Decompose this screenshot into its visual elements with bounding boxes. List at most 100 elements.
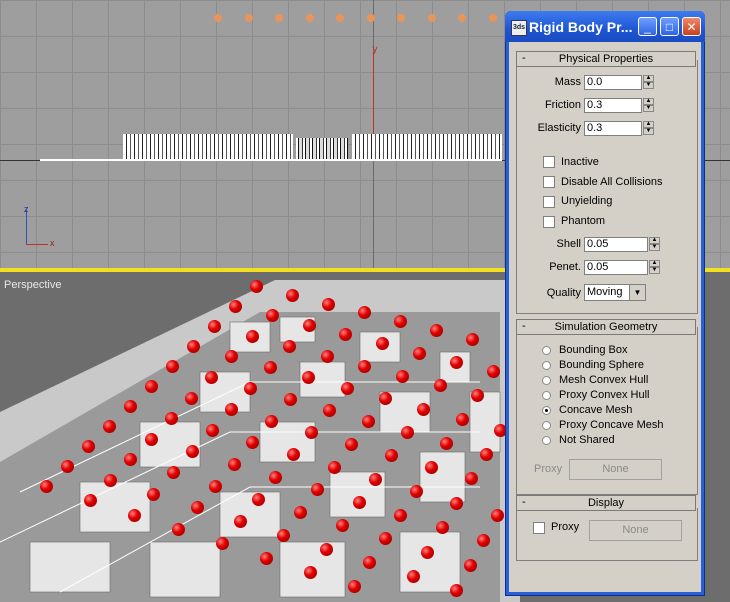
red-ball: [304, 565, 317, 579]
option-not-shared[interactable]: Not Shared: [559, 434, 615, 446]
radio-bounding-box[interactable]: [542, 346, 551, 355]
red-ball: [358, 359, 372, 373]
red-ball: [172, 522, 185, 536]
red-ball: [294, 506, 307, 519]
phantom-label[interactable]: Phantom: [561, 215, 605, 227]
spinner-arrows[interactable]: ▲ ▼: [643, 75, 654, 90]
orange-ball: [336, 14, 344, 22]
red-ball: [340, 381, 354, 395]
title-bar[interactable]: 3ds Rigid Body Pr... _ □ ✕: [505, 11, 705, 42]
red-ball: [348, 580, 361, 594]
red-ball: [103, 420, 116, 433]
red-ball: [491, 508, 505, 522]
option-concave-mesh[interactable]: Concave Mesh: [559, 404, 632, 416]
red-ball: [277, 528, 290, 542]
geometry-proxy-label: Proxy: [534, 463, 563, 475]
axis-gizmo: z x: [24, 204, 64, 248]
display-header[interactable]: - Display: [516, 495, 696, 511]
minimize-button[interactable]: _: [638, 17, 657, 36]
red-ball: [394, 508, 408, 522]
close-button[interactable]: ✕: [682, 17, 701, 36]
mass-field[interactable]: 0.0: [584, 75, 642, 90]
disable-collisions-checkbox[interactable]: [543, 176, 555, 188]
red-ball: [320, 542, 334, 556]
red-ball: [322, 404, 336, 417]
penetration-spinner[interactable]: 0.05 ▲ ▼: [584, 260, 660, 275]
quality-label: Quality: [546, 287, 581, 299]
red-ball: [185, 391, 198, 405]
red-ball: [283, 339, 297, 353]
spinner-arrows[interactable]: ▲ ▼: [649, 260, 660, 275]
z-axis-label: z: [24, 204, 29, 214]
friction-field[interactable]: 0.3: [584, 98, 642, 113]
rollout-title: Physical Properties: [558, 53, 654, 65]
physical-properties-header[interactable]: - Physical Properties: [516, 51, 696, 67]
spinner-arrows[interactable]: ▲ ▼: [649, 237, 660, 252]
elasticity-spinner[interactable]: 0.3 ▲ ▼: [584, 121, 654, 136]
radio-proxy-convex-hull[interactable]: [542, 391, 551, 400]
red-ball: [406, 570, 420, 583]
red-ball: [104, 473, 118, 487]
friction-spinner[interactable]: 0.3 ▲ ▼: [584, 98, 654, 113]
mass-label: Mass: [554, 76, 581, 88]
quality-dropdown[interactable]: Moving ▼: [584, 284, 646, 301]
app-icon: 3ds: [511, 20, 527, 36]
geometry-proxy-button[interactable]: None: [569, 459, 662, 480]
simulation-geometry-header[interactable]: - Simulation Geometry: [516, 319, 696, 335]
orange-ball: [488, 14, 497, 22]
option-proxy-concave-mesh[interactable]: Proxy Concave Mesh: [559, 419, 664, 431]
display-proxy-button[interactable]: None: [589, 520, 682, 541]
shell-field[interactable]: 0.05: [584, 237, 648, 252]
option-bounding-sphere[interactable]: Bounding Sphere: [559, 359, 644, 371]
radio-bounding-sphere[interactable]: [542, 361, 551, 370]
orange-ball: [214, 14, 222, 22]
radio-not-shared[interactable]: [542, 436, 551, 445]
inactive-label[interactable]: Inactive: [561, 156, 599, 168]
red-ball: [463, 558, 477, 572]
display-proxy-label[interactable]: Proxy: [551, 521, 579, 533]
red-ball: [61, 460, 74, 473]
inactive-checkbox[interactable]: [543, 156, 555, 168]
dialog-body: - Physical Properties Mass 0.0 ▲ ▼ Fricti…: [509, 42, 701, 592]
orange-ball: [397, 14, 405, 22]
red-ball: [455, 413, 469, 427]
red-ball: [479, 448, 493, 461]
red-ball: [245, 329, 259, 343]
orange-ball: [275, 14, 283, 22]
shell-spinner[interactable]: 0.05 ▲ ▼: [584, 237, 660, 252]
radio-mesh-convex-hull[interactable]: [542, 376, 551, 385]
x-axis-line: [26, 244, 48, 245]
spinner-arrows[interactable]: ▲ ▼: [643, 121, 654, 136]
elasticity-field[interactable]: 0.3: [584, 121, 642, 136]
radio-concave-mesh[interactable]: [542, 406, 551, 415]
orange-ball: [427, 14, 436, 22]
display-proxy-checkbox[interactable]: [533, 522, 545, 534]
option-mesh-convex-hull[interactable]: Mesh Convex Hull: [559, 374, 648, 386]
radio-proxy-concave-mesh[interactable]: [542, 421, 551, 430]
friction-label: Friction: [544, 99, 581, 111]
mass-spinner[interactable]: 0.0 ▲ ▼: [584, 75, 654, 90]
red-ball: [409, 484, 423, 498]
chevron-down-icon[interactable]: ▼: [629, 285, 645, 300]
red-ball: [265, 414, 278, 428]
unyielding-label[interactable]: Unyielding: [561, 195, 612, 207]
phantom-checkbox[interactable]: [543, 216, 555, 228]
disable-collisions-label[interactable]: Disable All Collisions: [561, 176, 663, 188]
viewport-label[interactable]: Perspective: [4, 279, 61, 291]
penetration-field[interactable]: 0.05: [584, 260, 648, 275]
city-silhouette: [123, 134, 293, 160]
option-bounding-box[interactable]: Bounding Box: [559, 344, 628, 356]
red-ball: [352, 495, 366, 509]
red-ball: [433, 379, 447, 393]
red-ball: [233, 515, 247, 528]
red-ball: [368, 472, 382, 486]
maximize-button[interactable]: □: [660, 17, 679, 36]
spinner-arrows[interactable]: ▲ ▼: [643, 98, 654, 113]
unyielding-checkbox[interactable]: [543, 196, 555, 208]
option-proxy-convex-hull[interactable]: Proxy Convex Hull: [559, 389, 649, 401]
window-title: Rigid Body Pr...: [529, 19, 633, 35]
shell-label: Shell: [556, 238, 581, 250]
red-ball: [205, 424, 219, 438]
red-ball: [425, 460, 438, 474]
orange-ball: [366, 14, 375, 22]
